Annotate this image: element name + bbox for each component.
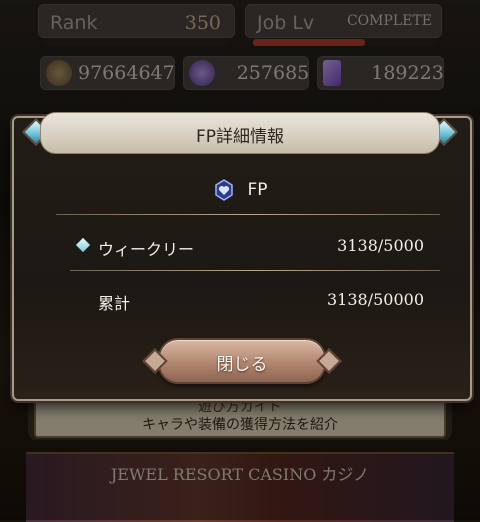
section-divider [56,214,440,215]
weekly-value: 3138/5000 [337,236,424,255]
diamond-bullet-icon [75,237,91,253]
dialog-title-bar: FP詳細情報 [40,112,440,154]
fp-section-label: FP [247,180,268,200]
fp-heart-crystal-icon [212,178,236,202]
total-row: 累計 3138/50000 [78,290,424,314]
total-value: 3138/50000 [326,290,424,309]
weekly-row: ウィークリー 3138/5000 [75,236,424,260]
dialog-title: FP詳細情報 [195,127,285,147]
close-button[interactable]: 閉じる [158,338,326,384]
total-label: 累計 [98,294,131,313]
fp-detail-dialog: FP詳細情報 FP ウィークリー 3138/5000 累計 3138/50000… [12,102,472,401]
weekly-label: ウィークリー [98,240,195,259]
fp-section-header: FP [12,178,468,202]
close-button-label: 閉じる [216,355,268,375]
row-divider [70,270,440,271]
